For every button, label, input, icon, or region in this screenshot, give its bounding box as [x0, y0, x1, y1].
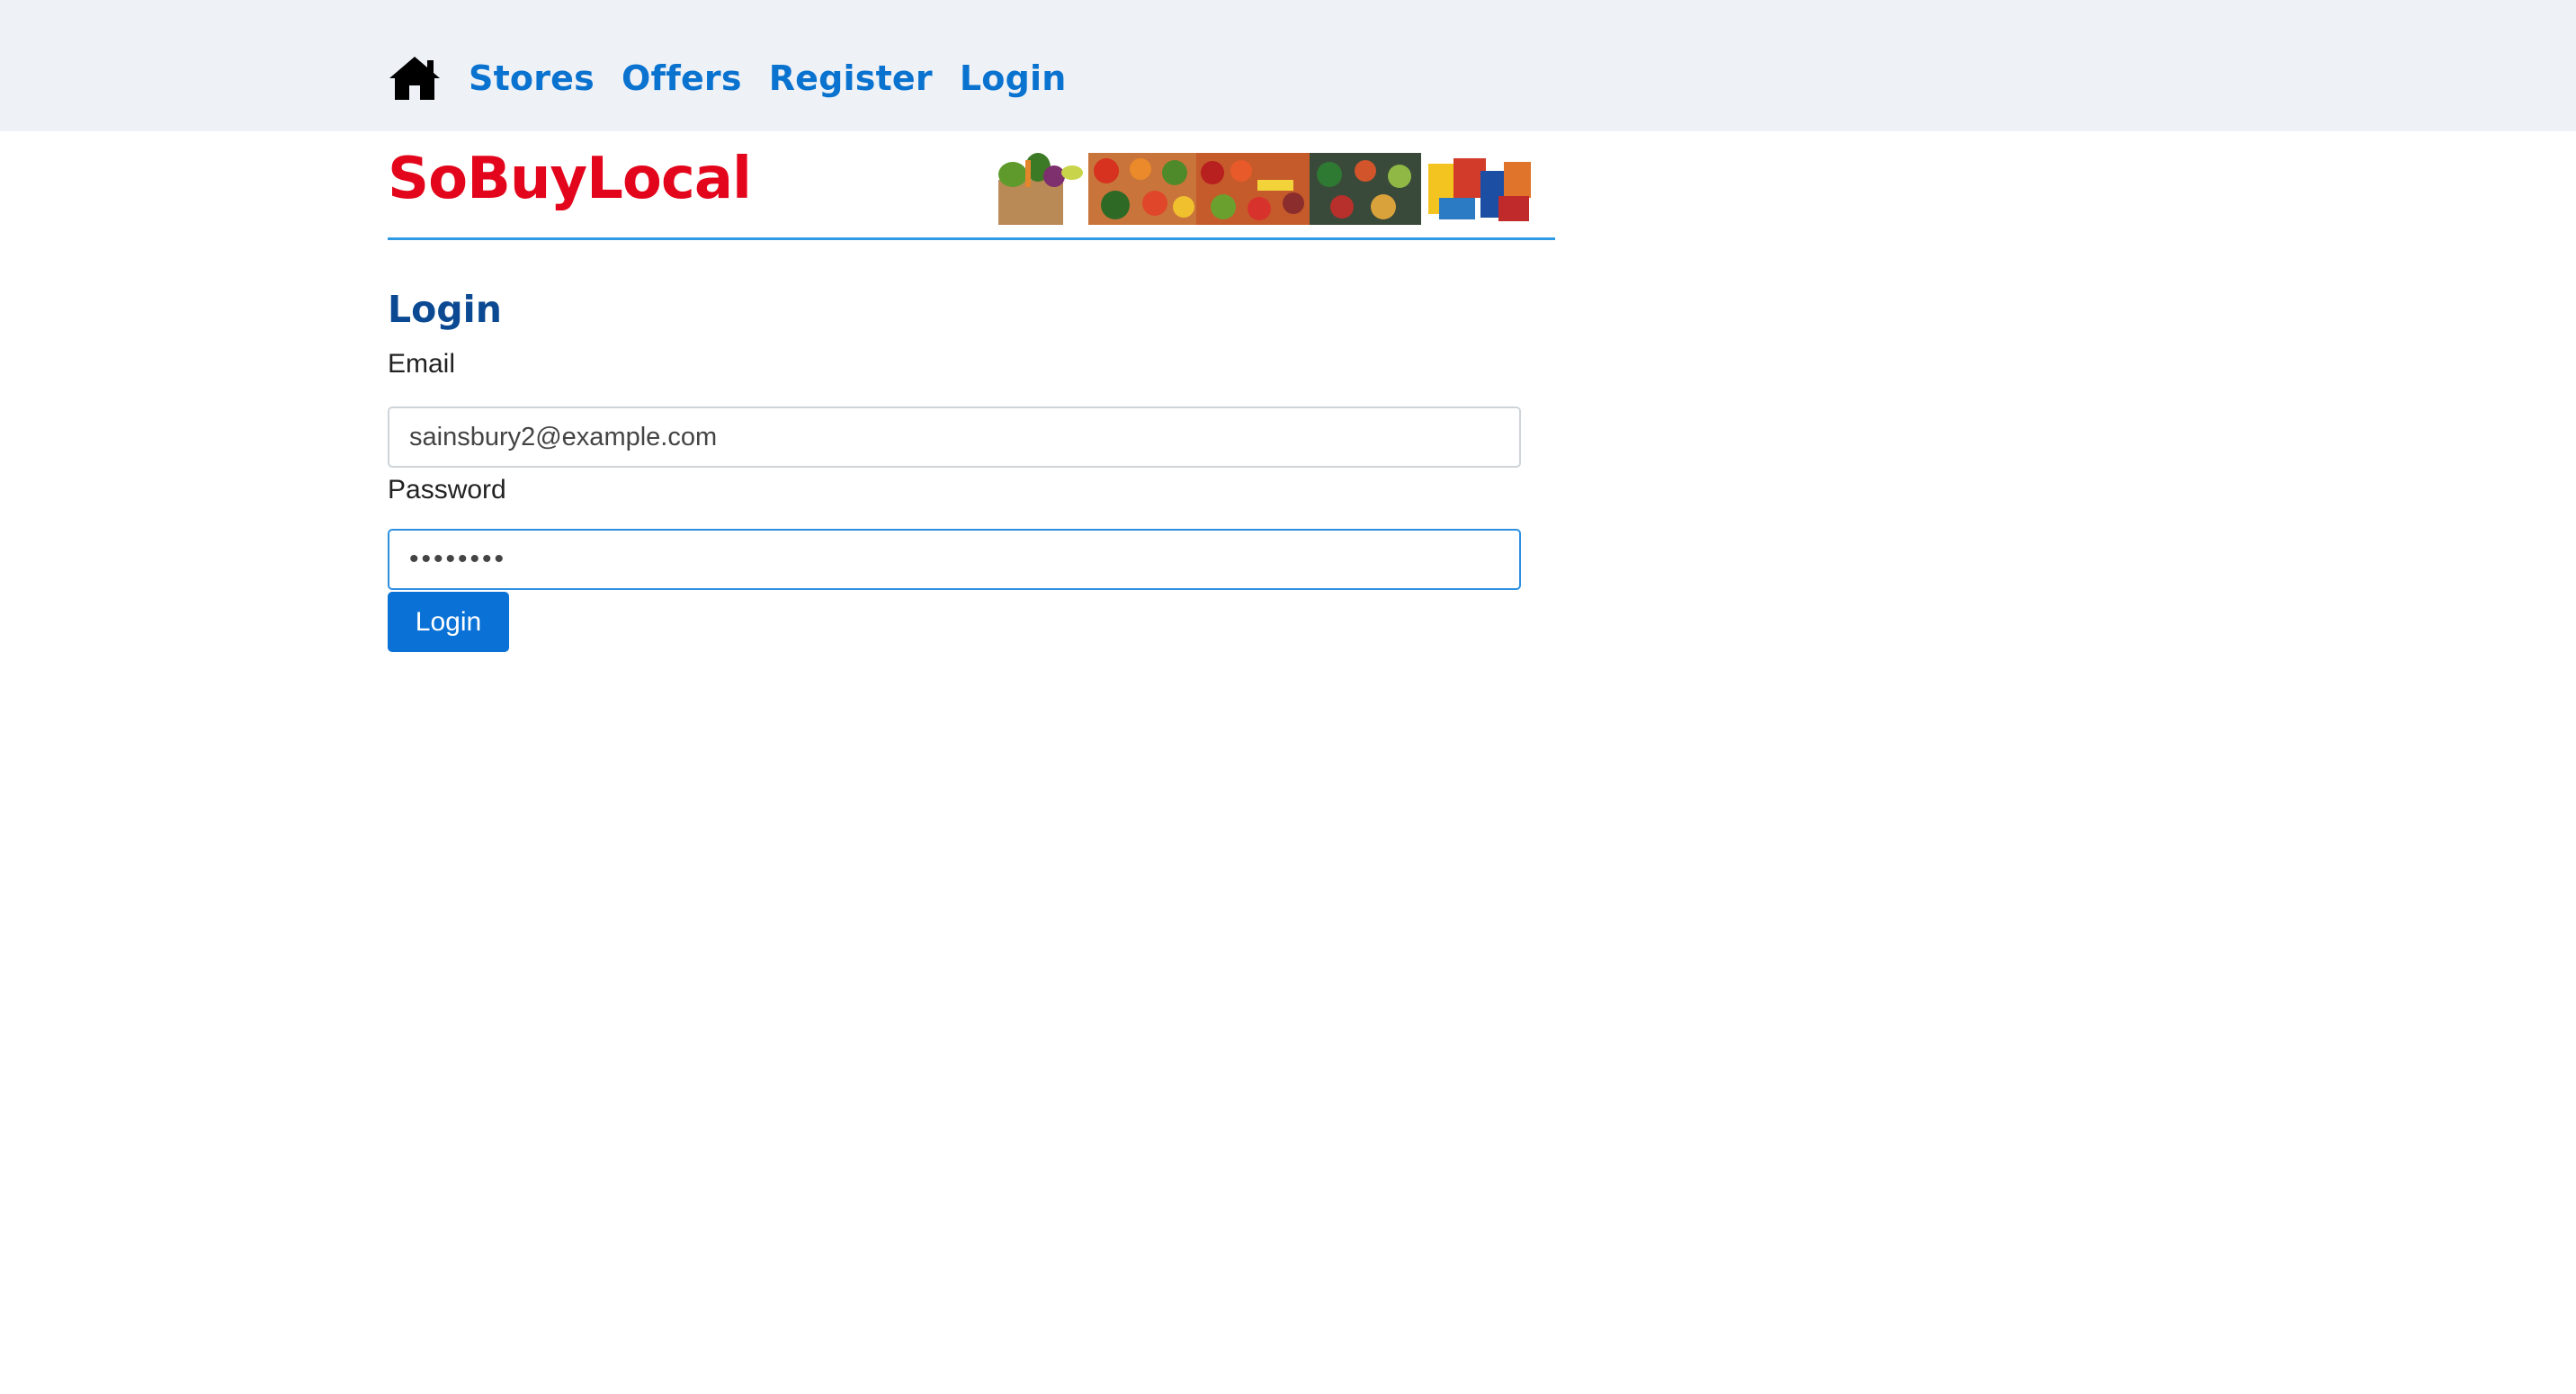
- home-link[interactable]: [388, 55, 442, 102]
- mixed-produce-image: [1310, 153, 1421, 225]
- password-label: Password: [388, 475, 506, 505]
- password-field[interactable]: [388, 529, 1521, 590]
- grocery-banner-image: [986, 153, 1561, 225]
- nav-login-link[interactable]: Login: [960, 58, 1067, 98]
- grocery-bag-image: [986, 153, 1088, 225]
- page-title: Login: [388, 288, 502, 331]
- nav-links: Stores Offers Register Login: [388, 49, 1093, 108]
- nav-offers-link[interactable]: Offers: [622, 58, 742, 98]
- email-field[interactable]: [388, 407, 1521, 468]
- vegetables-image: [1088, 153, 1196, 225]
- login-content: Login Email Password Login: [388, 270, 1521, 652]
- top-navbar: Stores Offers Register Login: [0, 0, 2576, 131]
- brand-logo: SoBuyLocal: [388, 146, 752, 212]
- nav-register-link[interactable]: Register: [769, 58, 933, 98]
- email-label: Email: [388, 349, 456, 379]
- nav-stores-link[interactable]: Stores: [469, 58, 595, 98]
- fruit-image: [1196, 153, 1310, 225]
- brand-header: SoBuyLocal: [388, 131, 1555, 240]
- home-icon: [389, 57, 440, 100]
- login-form: Email Password Login: [388, 347, 1521, 652]
- login-button[interactable]: Login: [388, 592, 509, 652]
- packaged-goods-image: [1421, 153, 1538, 225]
